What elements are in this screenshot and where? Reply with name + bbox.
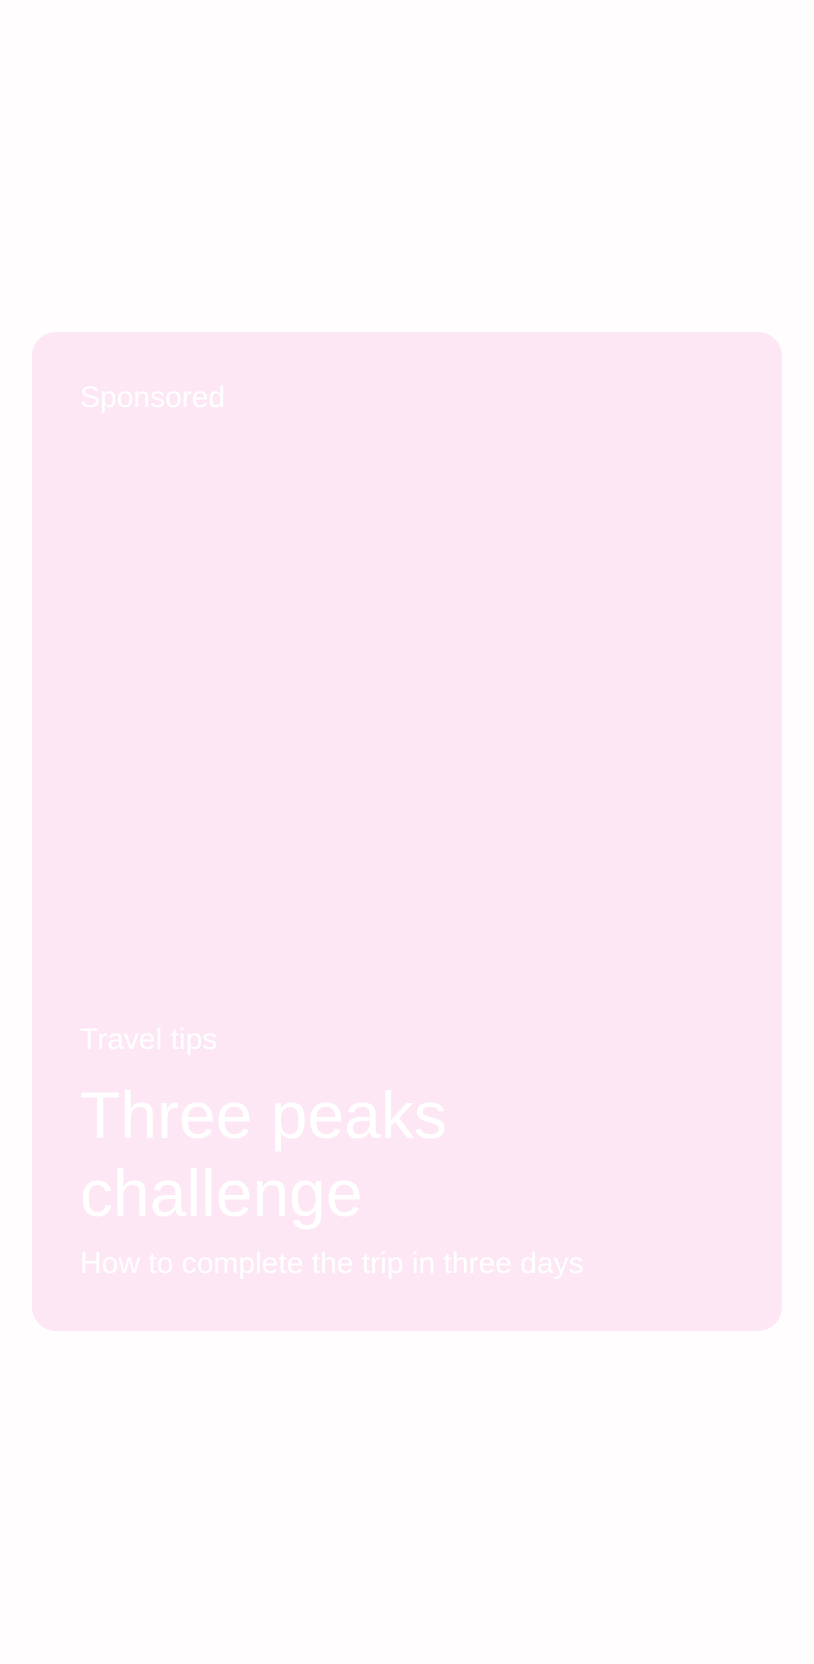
card-title: Three peaks challenge (80, 1078, 447, 1230)
category-label: Travel tips (80, 1023, 218, 1056)
card-text-block: Travel tips Three peaks challenge How to… (80, 1022, 734, 1282)
card-subtitle: How to complete the trip in three days (80, 1247, 584, 1280)
promo-card[interactable]: Sponsored Travel tips Three peaks challe… (32, 332, 782, 1331)
sponsored-label: Sponsored (80, 381, 226, 414)
